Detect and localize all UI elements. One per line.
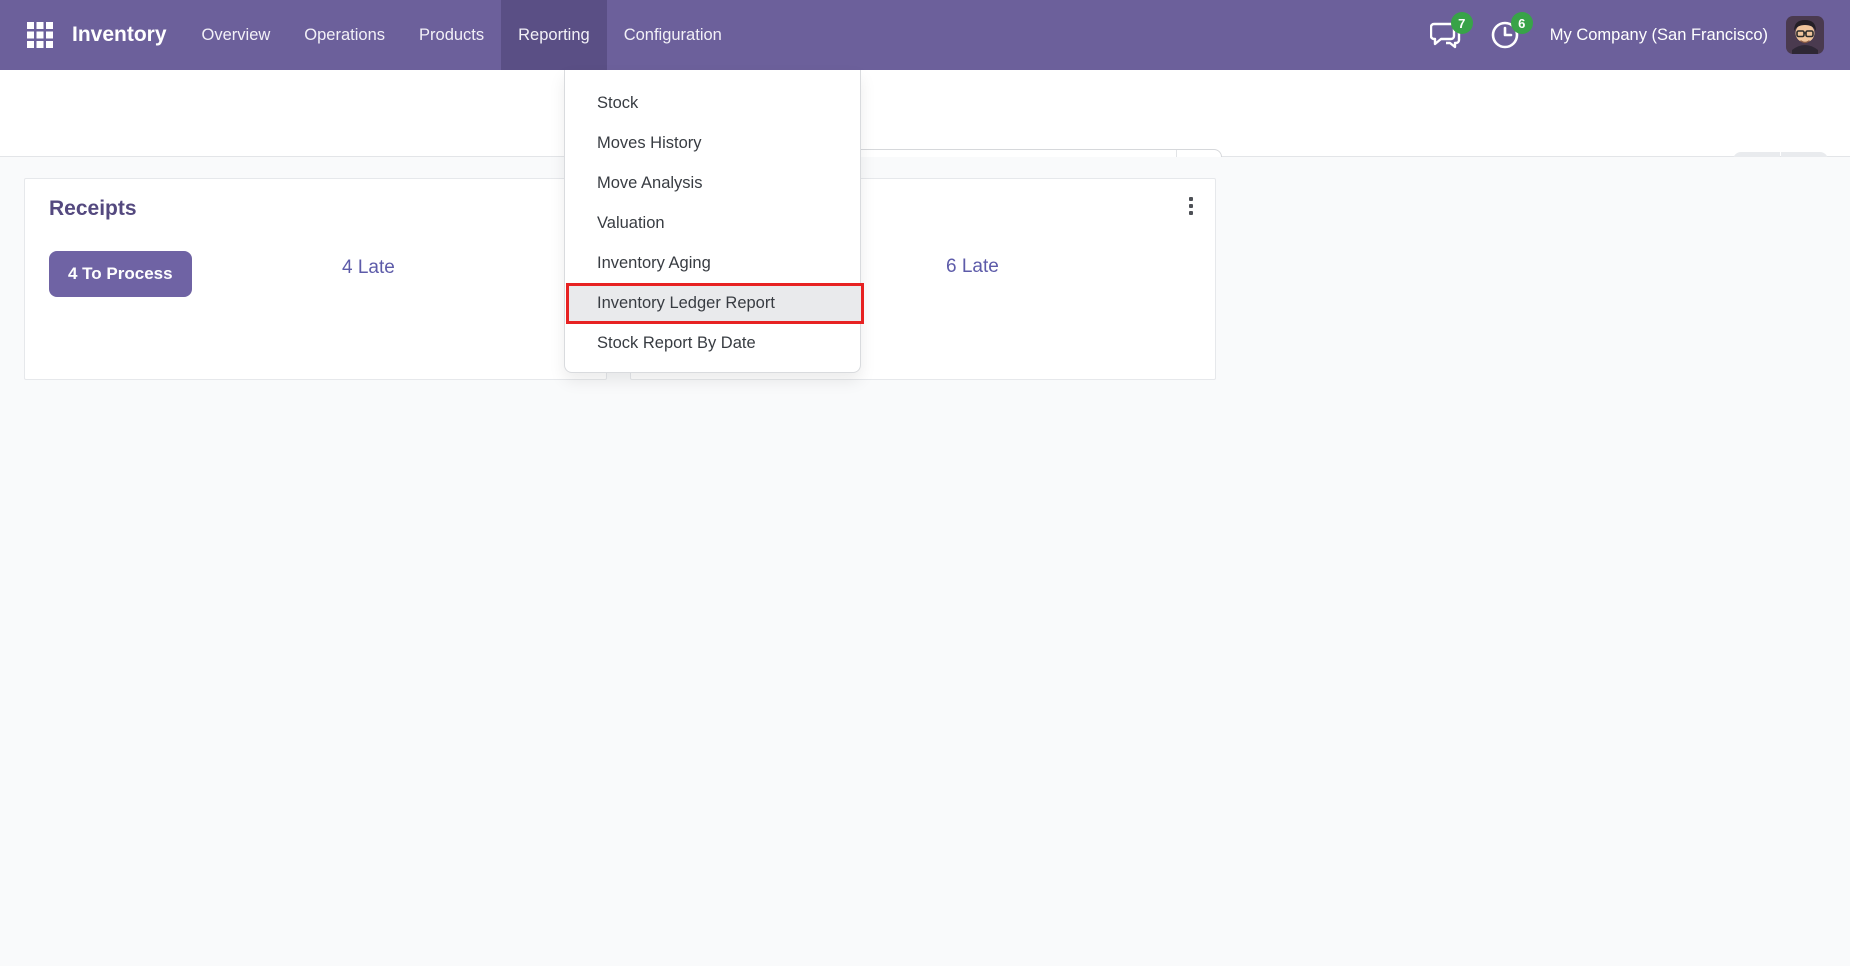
receipts-late-link[interactable]: 4 Late bbox=[342, 257, 395, 279]
menu-item-products[interactable]: Products bbox=[402, 0, 501, 70]
menu-item-inventory-ledger-report[interactable]: Inventory Ledger Report bbox=[565, 283, 860, 323]
card-menu-button[interactable] bbox=[1185, 193, 1197, 219]
menu-item-inventory-aging[interactable]: Inventory Aging bbox=[565, 243, 860, 283]
reporting-dropdown-menu: Stock Moves History Move Analysis Valuat… bbox=[564, 70, 861, 373]
second-card-late-link[interactable]: 6 Late bbox=[946, 256, 999, 278]
navbar-right: 7 6 My Company (San Francisco) bbox=[1404, 0, 1850, 70]
receipts-card: Receipts 4 To Process 4 Late bbox=[24, 178, 607, 380]
app-menu: Overview Operations Products Reporting C… bbox=[185, 0, 739, 70]
app-name[interactable]: Inventory bbox=[72, 23, 167, 47]
menu-item-stock-report-by-date[interactable]: Stock Report By Date bbox=[565, 323, 860, 363]
menu-item-move-analysis[interactable]: Move Analysis bbox=[565, 163, 860, 203]
kebab-icon bbox=[1189, 197, 1193, 201]
menu-item-stock[interactable]: Stock bbox=[565, 83, 860, 123]
receipts-card-title: Receipts bbox=[49, 197, 137, 221]
menu-item-valuation[interactable]: Valuation bbox=[565, 203, 860, 243]
menu-item-moves-history[interactable]: Moves History bbox=[565, 123, 860, 163]
menu-item-configuration[interactable]: Configuration bbox=[607, 0, 739, 70]
menu-item-operations[interactable]: Operations bbox=[287, 0, 402, 70]
navbar-left: Inventory Overview Operations Products R… bbox=[0, 0, 739, 70]
messages-button[interactable]: 7 bbox=[1430, 18, 1464, 52]
apps-grid-icon bbox=[27, 22, 53, 48]
company-menu[interactable]: My Company (San Francisco) bbox=[1550, 26, 1768, 45]
user-avatar[interactable] bbox=[1786, 16, 1824, 54]
top-navbar: Inventory Overview Operations Products R… bbox=[0, 0, 1850, 70]
activities-badge: 6 bbox=[1511, 12, 1533, 34]
menu-item-reporting[interactable]: Reporting bbox=[501, 0, 607, 70]
menu-item-overview[interactable]: Overview bbox=[185, 0, 288, 70]
control-panel: Inventory Overview 1-2 / 2 bbox=[0, 70, 1850, 157]
messages-badge: 7 bbox=[1451, 12, 1473, 34]
apps-menu-button[interactable] bbox=[27, 22, 53, 48]
to-process-button[interactable]: 4 To Process bbox=[49, 251, 192, 297]
main-content: Receipts 4 To Process 4 Late 6 Late bbox=[0, 157, 1850, 966]
activities-button[interactable]: 6 bbox=[1490, 18, 1524, 52]
